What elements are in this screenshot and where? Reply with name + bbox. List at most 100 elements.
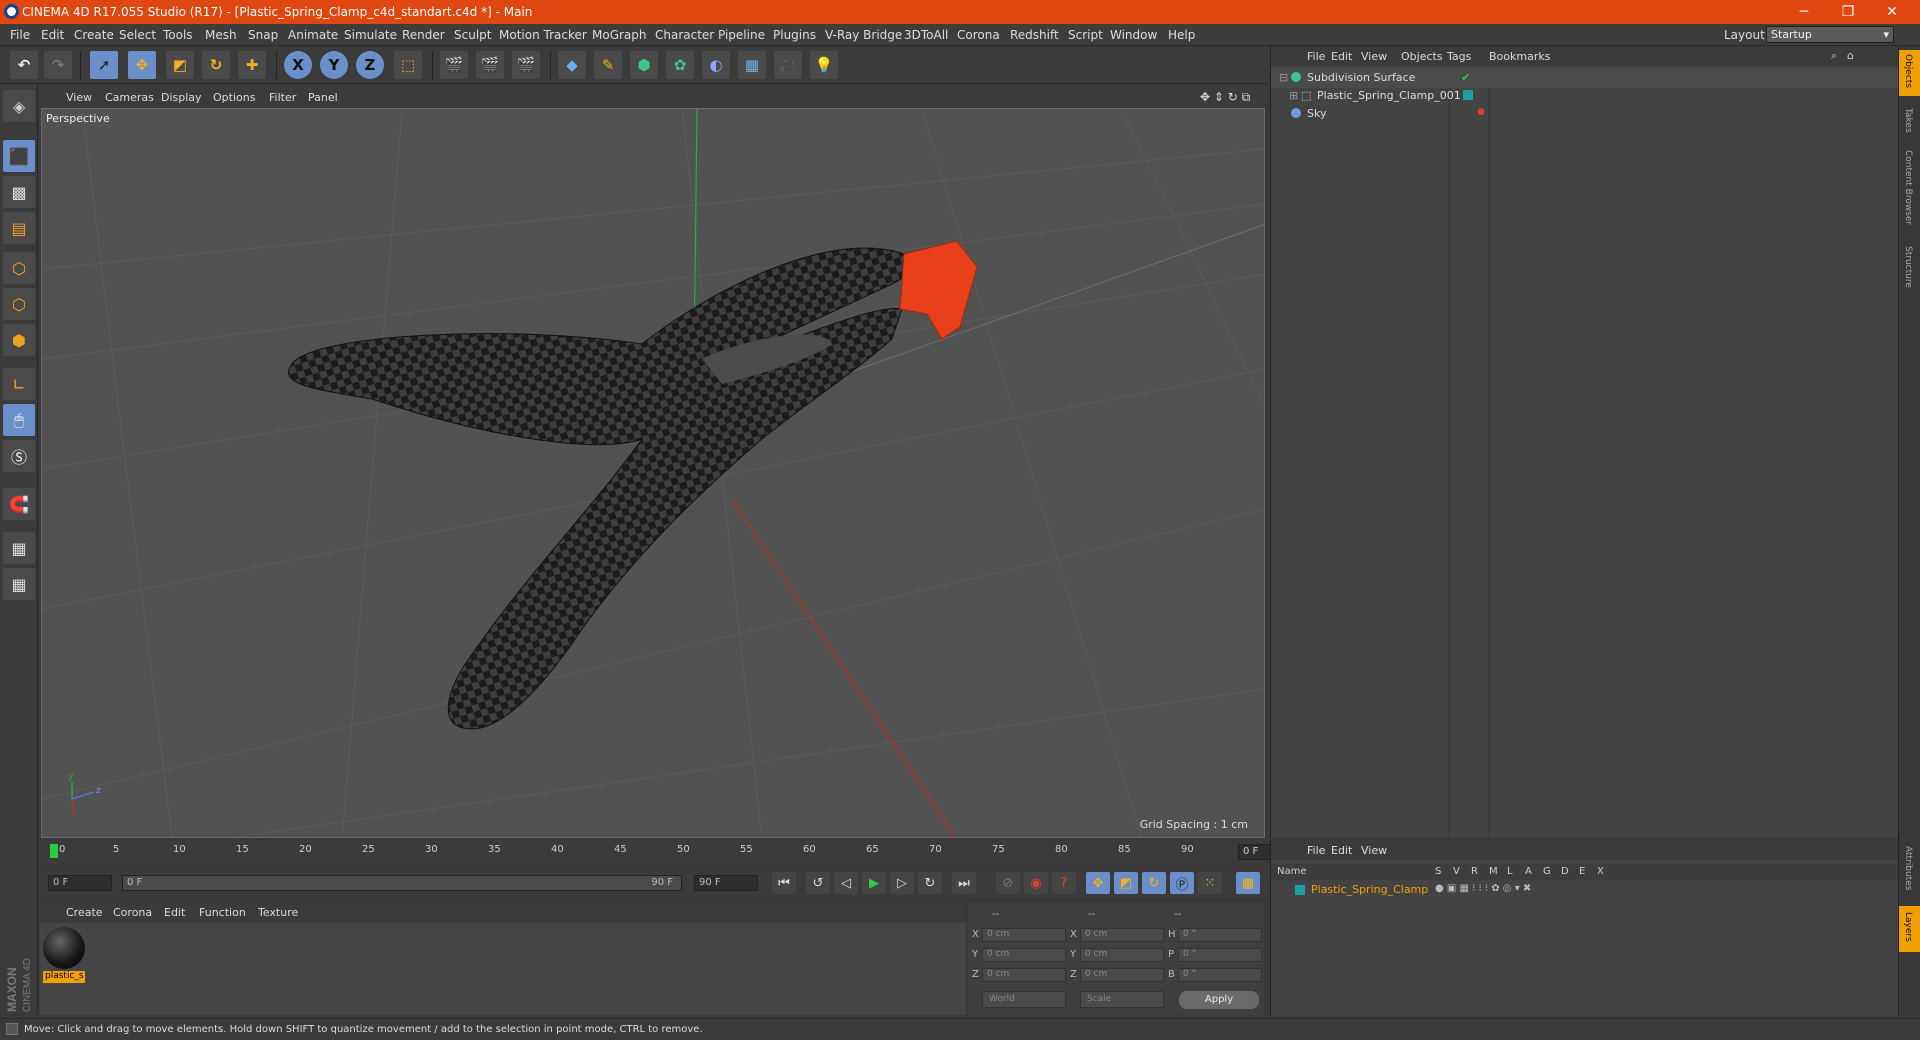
go-to-start-button[interactable]: ⏮ (772, 872, 796, 894)
add-pen-button[interactable]: ✎ (594, 51, 622, 79)
menu-character[interactable]: Character (655, 28, 714, 42)
key-parameter-button[interactable]: Ⓟ (1170, 872, 1194, 894)
size-mode-select[interactable]: Scale (1080, 991, 1164, 1008)
last-tool-button[interactable]: ✚ (238, 51, 266, 79)
tab-takes[interactable]: Takes (1903, 108, 1913, 133)
menu-window[interactable]: Window (1110, 28, 1157, 42)
key-position-button[interactable]: ✥ (1086, 872, 1110, 894)
layer-row[interactable]: Plastic_Spring_Clamp ● ▣ ▦ ⁝ ⁝ ⁝ ✿ ◎ ▾ ✖ (1271, 882, 1899, 898)
timeline-button[interactable]: ▦ (1236, 872, 1260, 894)
timeline-ruler[interactable]: 0 5 10 15 20 25 30 35 40 45 50 55 60 65 … (40, 841, 1302, 863)
menu-plugins[interactable]: Plugins (773, 28, 816, 42)
record-active-button[interactable]: ⊘ (996, 872, 1020, 894)
render-settings-button[interactable]: 🎬 (512, 51, 540, 79)
menu-redshift[interactable]: Redshift (1010, 28, 1059, 42)
render-picture-viewer-button[interactable]: 🎬 (476, 51, 504, 79)
size-y-field[interactable]: 0 cm (1080, 948, 1164, 962)
search-icon[interactable]: ⌕ (1831, 49, 1837, 63)
x-axis-button[interactable]: X (284, 51, 312, 79)
material-preview[interactable] (43, 927, 85, 969)
rotation-p-field[interactable]: 0 ° (1178, 948, 1262, 962)
menu-sculpt[interactable]: Sculpt (454, 28, 491, 42)
menu-motion-tracker[interactable]: Motion Tracker (499, 28, 587, 42)
expand-icon[interactable]: ⊞ (1289, 89, 1298, 102)
menu-simulate[interactable]: Simulate (344, 28, 397, 42)
add-camera-button[interactable]: 🎥 (774, 51, 802, 79)
material-menu-corona[interactable]: Corona (113, 906, 152, 919)
apply-button[interactable]: Apply (1179, 991, 1259, 1009)
live-selection-button[interactable]: ➚ (90, 51, 118, 79)
z-axis-button[interactable]: Z (356, 51, 384, 79)
keyframe-selection-button[interactable]: ? (1052, 872, 1076, 894)
menu-select[interactable]: Select (119, 28, 156, 42)
move-tool-button[interactable]: ✥ (128, 51, 156, 79)
viewport-menu-filter[interactable]: Filter (269, 91, 296, 104)
prev-frame-button[interactable]: ◁ (834, 872, 858, 894)
layer-menu-edit[interactable]: Edit (1331, 844, 1352, 857)
menu-help[interactable]: Help (1168, 28, 1195, 42)
material-menu-edit[interactable]: Edit (164, 906, 185, 919)
viewport-menu-view[interactable]: View (66, 91, 92, 104)
start-frame-field[interactable]: 0 F (48, 875, 112, 891)
obj-menu-bookmarks[interactable]: Bookmarks (1489, 50, 1550, 63)
rotation-h-field[interactable]: 0 ° (1178, 928, 1262, 942)
enabled-check-icon[interactable]: ✔ (1461, 71, 1470, 84)
minimize-button[interactable]: ─ (1784, 2, 1824, 22)
object-row-subdivision[interactable]: ⊟ Subdivision Surface ✔ (1271, 68, 1899, 88)
key-scale-button[interactable]: ◩ (1114, 872, 1138, 894)
play-button[interactable]: ▶ (862, 872, 886, 894)
tweak-mode-button[interactable]: 🖱 (3, 404, 35, 436)
frame-range-slider[interactable]: 0 F 90 F (122, 875, 682, 891)
y-axis-button[interactable]: Y (320, 51, 348, 79)
viewport-menu-options[interactable]: Options (213, 91, 255, 104)
obj-menu-tags[interactable]: Tags (1447, 50, 1471, 63)
size-x-field[interactable]: 0 cm (1080, 928, 1164, 942)
key-rotation-button[interactable]: ↻ (1142, 872, 1166, 894)
workplane-mode-button[interactable]: ▤ (3, 212, 35, 244)
perspective-viewport[interactable]: y z Perspective Grid Spacing : 1 cm (41, 108, 1265, 838)
add-subdivision-button[interactable]: ⬢ (630, 51, 658, 79)
points-mode-button[interactable]: ⬡ (3, 252, 35, 284)
object-row-sky[interactable]: Sky ● (1271, 104, 1899, 124)
model-mode-button[interactable]: ⬛ (3, 140, 35, 172)
undo-button[interactable]: ↶ (10, 51, 38, 79)
collapse-icon[interactable]: ⊟ (1279, 71, 1288, 84)
obj-menu-edit[interactable]: Edit (1331, 50, 1352, 63)
menu-create[interactable]: Create (74, 28, 114, 42)
texture-mode-button[interactable]: ▩ (3, 176, 35, 208)
make-editable-button[interactable]: ◈ (3, 90, 35, 122)
home-icon[interactable]: ⌂ (1847, 49, 1854, 62)
snap-button[interactable]: 🧲 (3, 488, 35, 520)
menu-pipeline[interactable]: Pipeline (718, 28, 765, 42)
obj-menu-file[interactable]: File (1307, 50, 1325, 63)
tab-content-browser[interactable]: Content Browser (1903, 150, 1913, 225)
menu-tools[interactable]: Tools (163, 28, 193, 42)
viewport-canvas[interactable]: y z (42, 109, 1265, 838)
layer-flags-icons[interactable]: ● ▣ ▦ ⁝ ⁝ ⁝ ✿ ◎ ▾ ✖ (1435, 883, 1531, 894)
menu-render[interactable]: Render (402, 28, 445, 42)
close-button[interactable]: ✕ (1872, 2, 1912, 22)
coord-mode-select[interactable]: World (982, 991, 1066, 1008)
menu-script[interactable]: Script (1068, 28, 1103, 42)
material-menu-texture[interactable]: Texture (258, 906, 298, 919)
menu-edit[interactable]: Edit (41, 28, 64, 42)
layer-menu-view[interactable]: View (1361, 844, 1387, 857)
menu-animate[interactable]: Animate (288, 28, 338, 42)
menu-vray-bridge[interactable]: V-Ray Bridge (825, 28, 902, 42)
tab-structure[interactable]: Structure (1903, 246, 1913, 288)
rotation-b-field[interactable]: 0 ° (1178, 968, 1262, 982)
add-light-button[interactable]: 💡 (810, 51, 838, 79)
obj-menu-view[interactable]: View (1361, 50, 1387, 63)
layer-menu-file[interactable]: File (1307, 844, 1325, 857)
key-pla-button[interactable]: ⁙ (1198, 872, 1222, 894)
tab-attributes[interactable]: Attributes (1903, 846, 1913, 890)
render-view-button[interactable]: 🎬 (440, 51, 468, 79)
viewport-menu-panel[interactable]: Panel (308, 91, 338, 104)
position-y-field[interactable]: 0 cm (982, 948, 1066, 962)
planar-workplane-button[interactable]: ▦ (3, 568, 35, 600)
add-floor-button[interactable]: ▦ (738, 51, 766, 79)
material-menu-function[interactable]: Function (199, 906, 246, 919)
menu-mograph[interactable]: MoGraph (592, 28, 647, 42)
axis-mode-button[interactable]: ∟ (3, 368, 35, 400)
tab-objects[interactable]: Objects (1903, 54, 1913, 88)
